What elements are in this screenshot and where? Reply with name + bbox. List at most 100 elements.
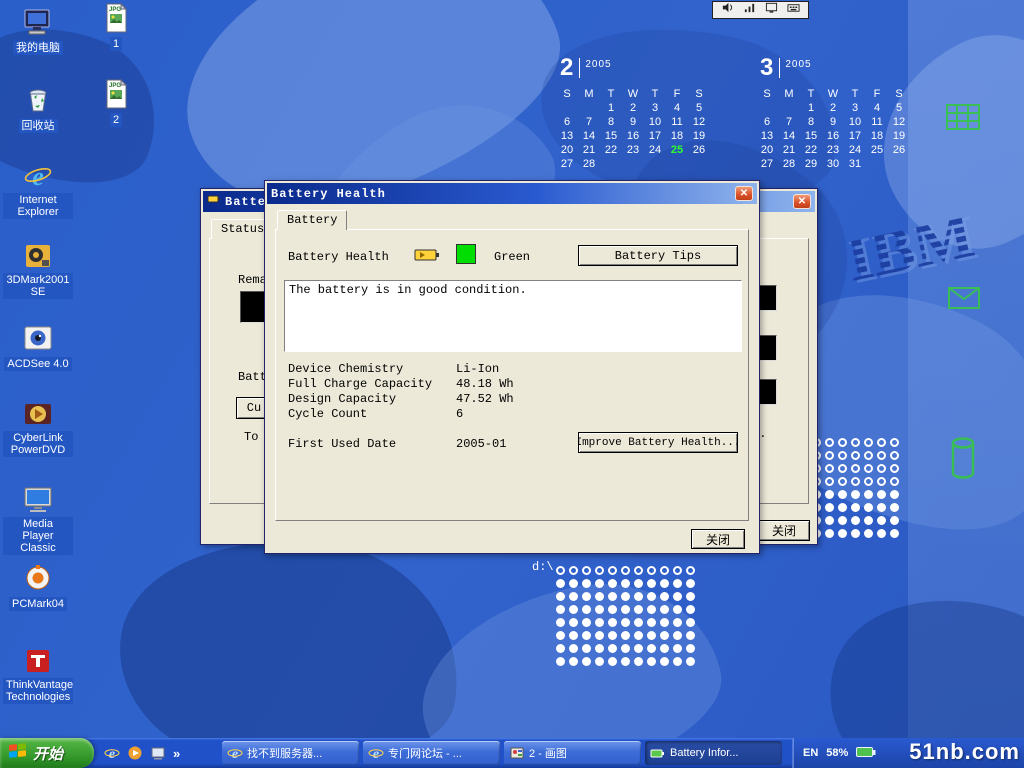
dot (582, 618, 591, 627)
calendar-day: 20 (756, 144, 778, 157)
calendar-day: 27 (556, 158, 578, 171)
dot (569, 566, 578, 575)
dot (608, 592, 617, 601)
calendar-day: 4 (866, 102, 888, 115)
dot (634, 566, 643, 575)
close-icon[interactable]: ✕ (735, 186, 753, 201)
dot (890, 529, 899, 538)
wallpaper-dots (556, 566, 699, 670)
dot (864, 464, 873, 473)
taskbar-task-battery[interactable]: Battery Infor... (645, 741, 782, 765)
dot (608, 631, 617, 640)
dot (673, 644, 682, 653)
language-indicator[interactable]: EN (803, 747, 818, 759)
dot (634, 618, 643, 627)
powerdvd-icon (22, 398, 54, 430)
dot (556, 618, 565, 627)
tab-battery[interactable]: Battery (277, 210, 347, 230)
desktop-file-1[interactable]: JPG1 (88, 2, 144, 52)
calendar-day (688, 158, 710, 171)
calendar-day: 20 (556, 144, 578, 157)
field-label: Full Charge Capacity (288, 377, 432, 391)
desktop-icon-powerdvd[interactable]: CyberLink PowerDVD (2, 398, 74, 458)
dot (838, 464, 847, 473)
field-value: 6 (456, 407, 463, 421)
drive-label: d:\ (532, 560, 554, 574)
task-button-strip: e找不到服务器...e专门网论坛 - ...2 - 画图 Battery Info… (222, 738, 786, 768)
desktop-icon-acdsee[interactable]: ACDSee 4.0 (2, 322, 74, 372)
field-value: 48.18 Wh (456, 377, 514, 391)
dot (890, 503, 899, 512)
dot (569, 592, 578, 601)
dot (864, 490, 873, 499)
3dmark2001-icon (22, 240, 54, 272)
calendar-day: 7 (778, 116, 800, 129)
keyboard-icon (787, 1, 800, 19)
desktop-file-2[interactable]: JPG 2 (88, 78, 144, 128)
desktop-icon-mpc[interactable]: Media Player Classic (2, 484, 74, 556)
calendar-day-header: S (888, 88, 910, 101)
dot (673, 631, 682, 640)
calendar-day: 10 (644, 116, 666, 129)
dot (556, 644, 565, 653)
health-dialog-titlebar[interactable]: Battery Health ✕ (267, 183, 757, 204)
dot (864, 529, 873, 538)
taskbar-task-paint[interactable]: 2 - 画图 (504, 741, 641, 765)
dot (582, 605, 591, 614)
field-label: Cycle Count (288, 407, 367, 421)
calendar-day-header: S (688, 88, 710, 101)
calendar-day-header: M (578, 88, 600, 101)
calendar-day: 25 (866, 144, 888, 157)
desktop-icon-label: 2 (110, 113, 122, 127)
battery-health-dialog[interactable]: Battery Health ✕ Battery Battery Health … (264, 180, 760, 554)
dot (634, 605, 643, 614)
battery-tray-icon[interactable] (856, 746, 876, 761)
close-button-info[interactable]: 关闭 (758, 520, 810, 541)
health-status-text: Green (494, 250, 530, 264)
start-button[interactable]: 开始 (0, 738, 94, 768)
desktop-icon-recycle-bin[interactable]: 回收站 (2, 84, 74, 134)
desktop-icon-thinkvantage[interactable]: ThinkVantage Technologies (2, 645, 74, 705)
watermark: 51nb.com (909, 739, 1020, 765)
dot (877, 503, 886, 512)
desktop-icon-pcmark04[interactable]: PCMark04 (2, 562, 74, 612)
dot (825, 503, 834, 512)
overflow-chevron[interactable]: » (173, 746, 180, 761)
media-player-icon[interactable] (127, 745, 143, 761)
dot (595, 618, 604, 627)
dot (556, 657, 565, 666)
speaker-icon (721, 1, 734, 19)
desktop-icon-label: 我的电脑 (13, 41, 63, 55)
dot (890, 451, 899, 460)
calendar-year: 2005 (785, 56, 811, 70)
taskbar-task-ie[interactable]: e找不到服务器... (222, 741, 359, 765)
desktop-icon-my-computer[interactable]: 我的电脑 (2, 6, 74, 56)
show-desktop-icon[interactable] (150, 745, 166, 761)
dot (838, 516, 847, 525)
taskbar-task-ie[interactable]: e专门网论坛 - ... (363, 741, 500, 765)
battery-tips-button[interactable]: Battery Tips (578, 245, 738, 266)
svg-text:JPG: JPG (109, 83, 121, 89)
dialog-title: Battery Health (271, 187, 386, 201)
desktop-icon-label: CyberLink PowerDVD (3, 431, 73, 457)
dot (825, 438, 834, 447)
desktop-icon-internet-explorer[interactable]: eInternet Explorer (2, 160, 74, 220)
first-used-label: First Used Date (288, 437, 396, 451)
close-icon[interactable]: ✕ (793, 194, 811, 209)
close-button-health[interactable]: 关闭 (691, 529, 745, 549)
dot (838, 490, 847, 499)
internet-explorer-icon[interactable]: e (104, 745, 120, 761)
desktop-icon-3dmark2001[interactable]: 3DMark2001 SE (2, 240, 74, 300)
calendar-day: 10 (844, 116, 866, 129)
calendar-day: 12 (888, 116, 910, 129)
calendar-day: 29 (800, 158, 822, 171)
calendar-day: 5 (688, 102, 710, 115)
dot (877, 464, 886, 473)
dot (851, 503, 860, 512)
improve-battery-health-button[interactable]: Improve Battery Health... (578, 432, 738, 453)
condition-textbox[interactable]: The battery is in good condition. (284, 280, 742, 352)
task-label: Battery Infor... (670, 747, 738, 759)
dot (621, 592, 630, 601)
dot (864, 451, 873, 460)
my-computer-icon (22, 6, 54, 38)
